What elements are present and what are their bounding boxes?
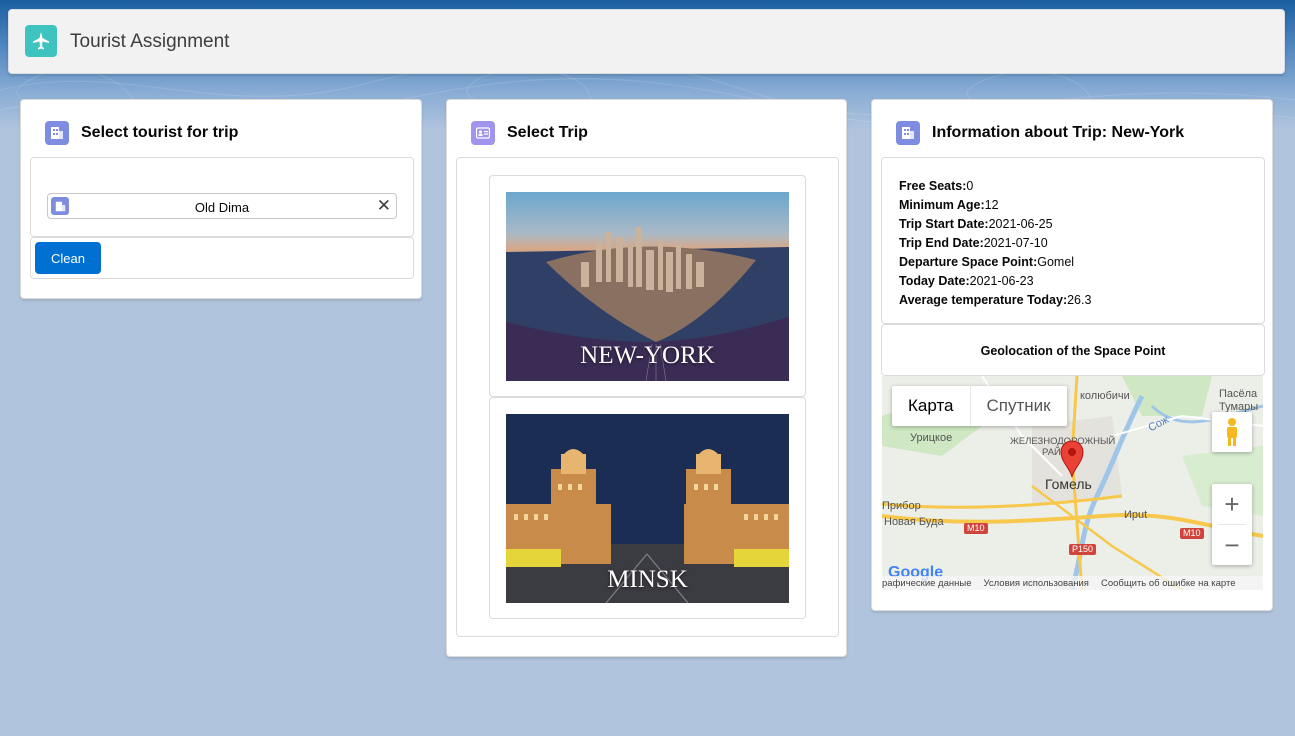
new-york-image: NEW-YORK [506,192,789,381]
trip-label-new-york: NEW-YORK [580,342,715,369]
info-card: Information about Trip: New-York Free Se… [871,99,1273,611]
road-badge-m10-east: M10 [1180,528,1204,539]
map-type-tabs: Карта Спутник [892,386,1067,426]
map-label-pasela: Пасёла [1219,388,1258,400]
map-label-nikolaevichi: колюбичи [1080,390,1130,402]
tourist-actions-box: Clean [30,237,414,279]
tourist-card-header: Select tourist for trip [45,121,238,145]
info-row-departure-point: Departure Space Point:Gomel [899,255,1075,269]
trip-info-box: Free Seats:0 Minimum Age:12 Trip Start D… [881,157,1265,324]
info-row-end-date: Trip End Date:2021-07-10 [899,236,1048,250]
zoom-out-icon[interactable]: − [1212,525,1252,565]
geo-title-box: Geolocation of the Space Point [881,324,1265,376]
map-report-link[interactable]: Сообщить об ошибке на карте [1101,578,1236,589]
info-row-start-date: Trip Start Date:2021-06-25 [899,217,1053,231]
geolocation-title: Geolocation of the Space Point [980,344,1166,358]
info-row-minimum-age: Minimum Age:12 [899,198,999,212]
clean-button[interactable]: Clean [35,242,101,274]
account-icon [896,121,920,145]
info-row-today-date: Today Date:2021-06-23 [899,274,1034,288]
trip-label-minsk: MINSK [607,566,688,593]
trip-list-box: NEW-YORK MINSK [456,157,839,637]
zoom-in-icon[interactable]: + [1212,484,1252,524]
trip-tile-minsk[interactable]: MINSK [489,397,806,619]
tourist-card: Select tourist for trip Old Dima ✕ Clean [20,99,422,299]
map-view[interactable]: колюбичи Пасёла Тумары Урицкое ЖЕЛЕЗНОДО… [882,376,1263,590]
remove-tourist-icon[interactable]: ✕ [377,196,391,216]
trip-card-title: Select Trip [507,124,588,141]
tourist-lookup-box: Old Dima ✕ [30,157,414,237]
map-data-credit: рафические данные [882,577,972,589]
app-header: Tourist Assignment [8,9,1285,74]
map-label-railway2: РАЙ [1042,447,1061,458]
info-row-free-seats: Free Seats:0 [899,179,974,193]
map-marker-icon[interactable] [1060,440,1084,483]
pegman-icon[interactable] [1212,412,1252,452]
map-terms-link[interactable]: Условия использования [984,578,1089,589]
selected-tourist-name: Old Dima [194,200,250,215]
app-title: Tourist Assignment [70,31,230,52]
minsk-image: MINSK [506,414,789,603]
trip-tile-new-york[interactable]: NEW-YORK [489,175,806,397]
trip-card-header: Select Trip [471,121,588,145]
road-badge-p150: P150 [1069,544,1097,555]
contact-card-icon [471,121,495,145]
road-badge-m10-west: M10 [964,523,988,534]
trip-card: Select Trip NEW-YORK MINSK [446,99,847,657]
map-label-novaya-buda: Новая Буда [884,516,944,528]
map-label-iput: Иput [1124,509,1148,521]
map-footer: рафические данные Условия использования … [882,576,1263,590]
info-card-title: Information about Trip: New-York [932,124,1185,141]
tourist-card-title: Select tourist for trip [81,124,239,141]
info-row-average-temperature: Average temperature Today:26.3 [899,293,1092,307]
map-tab-satellite[interactable]: Спутник [969,386,1067,426]
map-label-pribor: Прибор [882,500,921,512]
info-card-header: Information about Trip: New-York [896,121,1184,145]
map-label-uritskoe: Урицкое [910,432,953,444]
map-tab-map[interactable]: Карта [892,386,970,426]
airplane-icon [25,25,57,57]
account-icon [45,121,69,145]
zoom-controls: + − [1212,484,1252,565]
selected-tourist-pill[interactable]: Old Dima ✕ [47,193,397,219]
trip-info-list: Free Seats:0 Minimum Age:12 Trip Start D… [899,177,1091,310]
